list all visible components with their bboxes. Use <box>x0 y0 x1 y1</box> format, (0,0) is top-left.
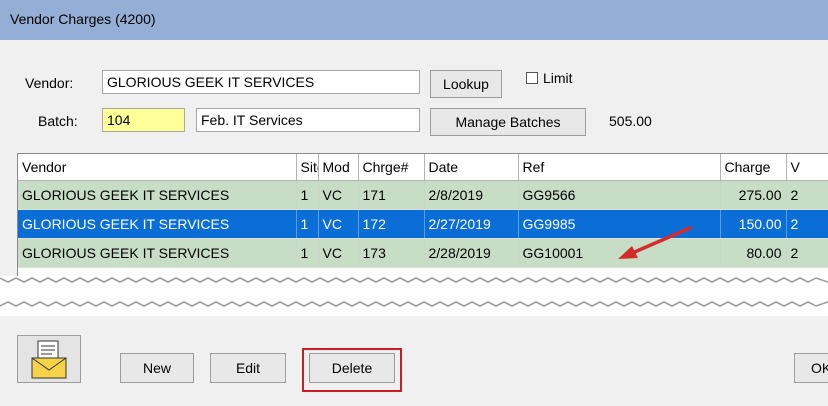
ok-button[interactable]: OK <box>794 353 828 383</box>
cell-charge: 275.00 <box>720 180 787 210</box>
red-arrow-icon <box>618 226 692 259</box>
cell-mod: VC <box>318 180 359 210</box>
cell-mod: VC <box>318 238 359 268</box>
delete-highlight-box <box>302 348 402 392</box>
vendor-label: Vendor: <box>25 75 74 91</box>
batch-description-field[interactable]: Feb. IT Services <box>196 108 420 132</box>
cell-chrge: 171 <box>358 180 425 210</box>
title-bar: Vendor Charges (4200) <box>0 0 828 40</box>
window-title: Vendor Charges (4200) <box>10 11 156 27</box>
email-button[interactable] <box>17 335 81 383</box>
grid-header-row: Vendor Site Mod Chrge# Date Ref Charge V <box>18 154 828 181</box>
envelope-icon <box>31 340 67 379</box>
cell-date: 2/8/2019 <box>424 180 519 210</box>
batch-total: 505.00 <box>609 113 652 129</box>
cell-site: 1 <box>296 238 319 268</box>
cell-chrge: 173 <box>358 238 425 268</box>
cell-charge: 80.00 <box>720 238 787 268</box>
cell-site: 1 <box>296 180 319 210</box>
cell-date: 2/28/2019 <box>424 238 519 268</box>
table-row[interactable]: GLORIOUS GEEK IT SERVICES 1 VC 173 2/28/… <box>18 238 828 268</box>
cell-chrge: 172 <box>358 209 425 239</box>
limit-checkbox[interactable] <box>526 72 538 84</box>
ok-button-label: OK <box>811 360 828 376</box>
manage-batches-label: Manage Batches <box>455 114 561 130</box>
batch-label: Batch: <box>38 113 78 129</box>
cell-vendor: GLORIOUS GEEK IT SERVICES <box>18 238 297 268</box>
vendor-field[interactable]: GLORIOUS GEEK IT SERVICES <box>102 70 420 94</box>
cell-charge: 150.00 <box>720 209 787 239</box>
table-row-selected[interactable]: GLORIOUS GEEK IT SERVICES 1 VC 172 2/27/… <box>18 209 828 239</box>
column-header-vendor[interactable]: Vendor <box>18 154 297 181</box>
column-header-mod[interactable]: Mod <box>318 154 359 181</box>
table-row[interactable]: GLORIOUS GEEK IT SERVICES 1 VC 171 2/8/2… <box>18 180 828 210</box>
cell-site: 1 <box>296 209 319 239</box>
cell-v: 2 <box>786 209 828 239</box>
edit-button[interactable]: Edit <box>210 353 286 383</box>
limit-label: Limit <box>543 70 573 86</box>
column-header-charge[interactable]: Charge <box>720 154 787 181</box>
new-button[interactable]: New <box>120 353 194 383</box>
edit-button-label: Edit <box>235 360 261 376</box>
new-button-label: New <box>142 360 171 376</box>
column-header-v[interactable]: V <box>786 154 828 181</box>
cell-vendor: GLORIOUS GEEK IT SERVICES <box>18 209 297 239</box>
column-header-site[interactable]: Site <box>296 154 319 181</box>
vendor-charges-window: Vendor Charges (4200) Vendor: GLORIOUS G… <box>0 0 828 406</box>
column-header-chrge[interactable]: Chrge# <box>358 154 425 181</box>
manage-batches-button[interactable]: Manage Batches <box>430 108 586 136</box>
lookup-button-label: Lookup <box>443 76 489 92</box>
cell-vendor: GLORIOUS GEEK IT SERVICES <box>18 180 297 210</box>
cell-ref: GG9566 <box>518 180 721 210</box>
column-header-ref[interactable]: Ref <box>518 154 721 181</box>
lookup-button[interactable]: Lookup <box>430 70 502 98</box>
cell-v: 2 <box>786 238 828 268</box>
charges-grid[interactable]: Vendor Site Mod Chrge# Date Ref Charge V… <box>17 153 828 279</box>
column-header-date[interactable]: Date <box>424 154 519 181</box>
batch-field[interactable]: 104 <box>102 108 185 132</box>
cell-mod: VC <box>318 209 359 239</box>
cell-date: 2/27/2019 <box>424 209 519 239</box>
cell-v: 2 <box>786 180 828 210</box>
torn-edge-divider <box>0 276 828 316</box>
